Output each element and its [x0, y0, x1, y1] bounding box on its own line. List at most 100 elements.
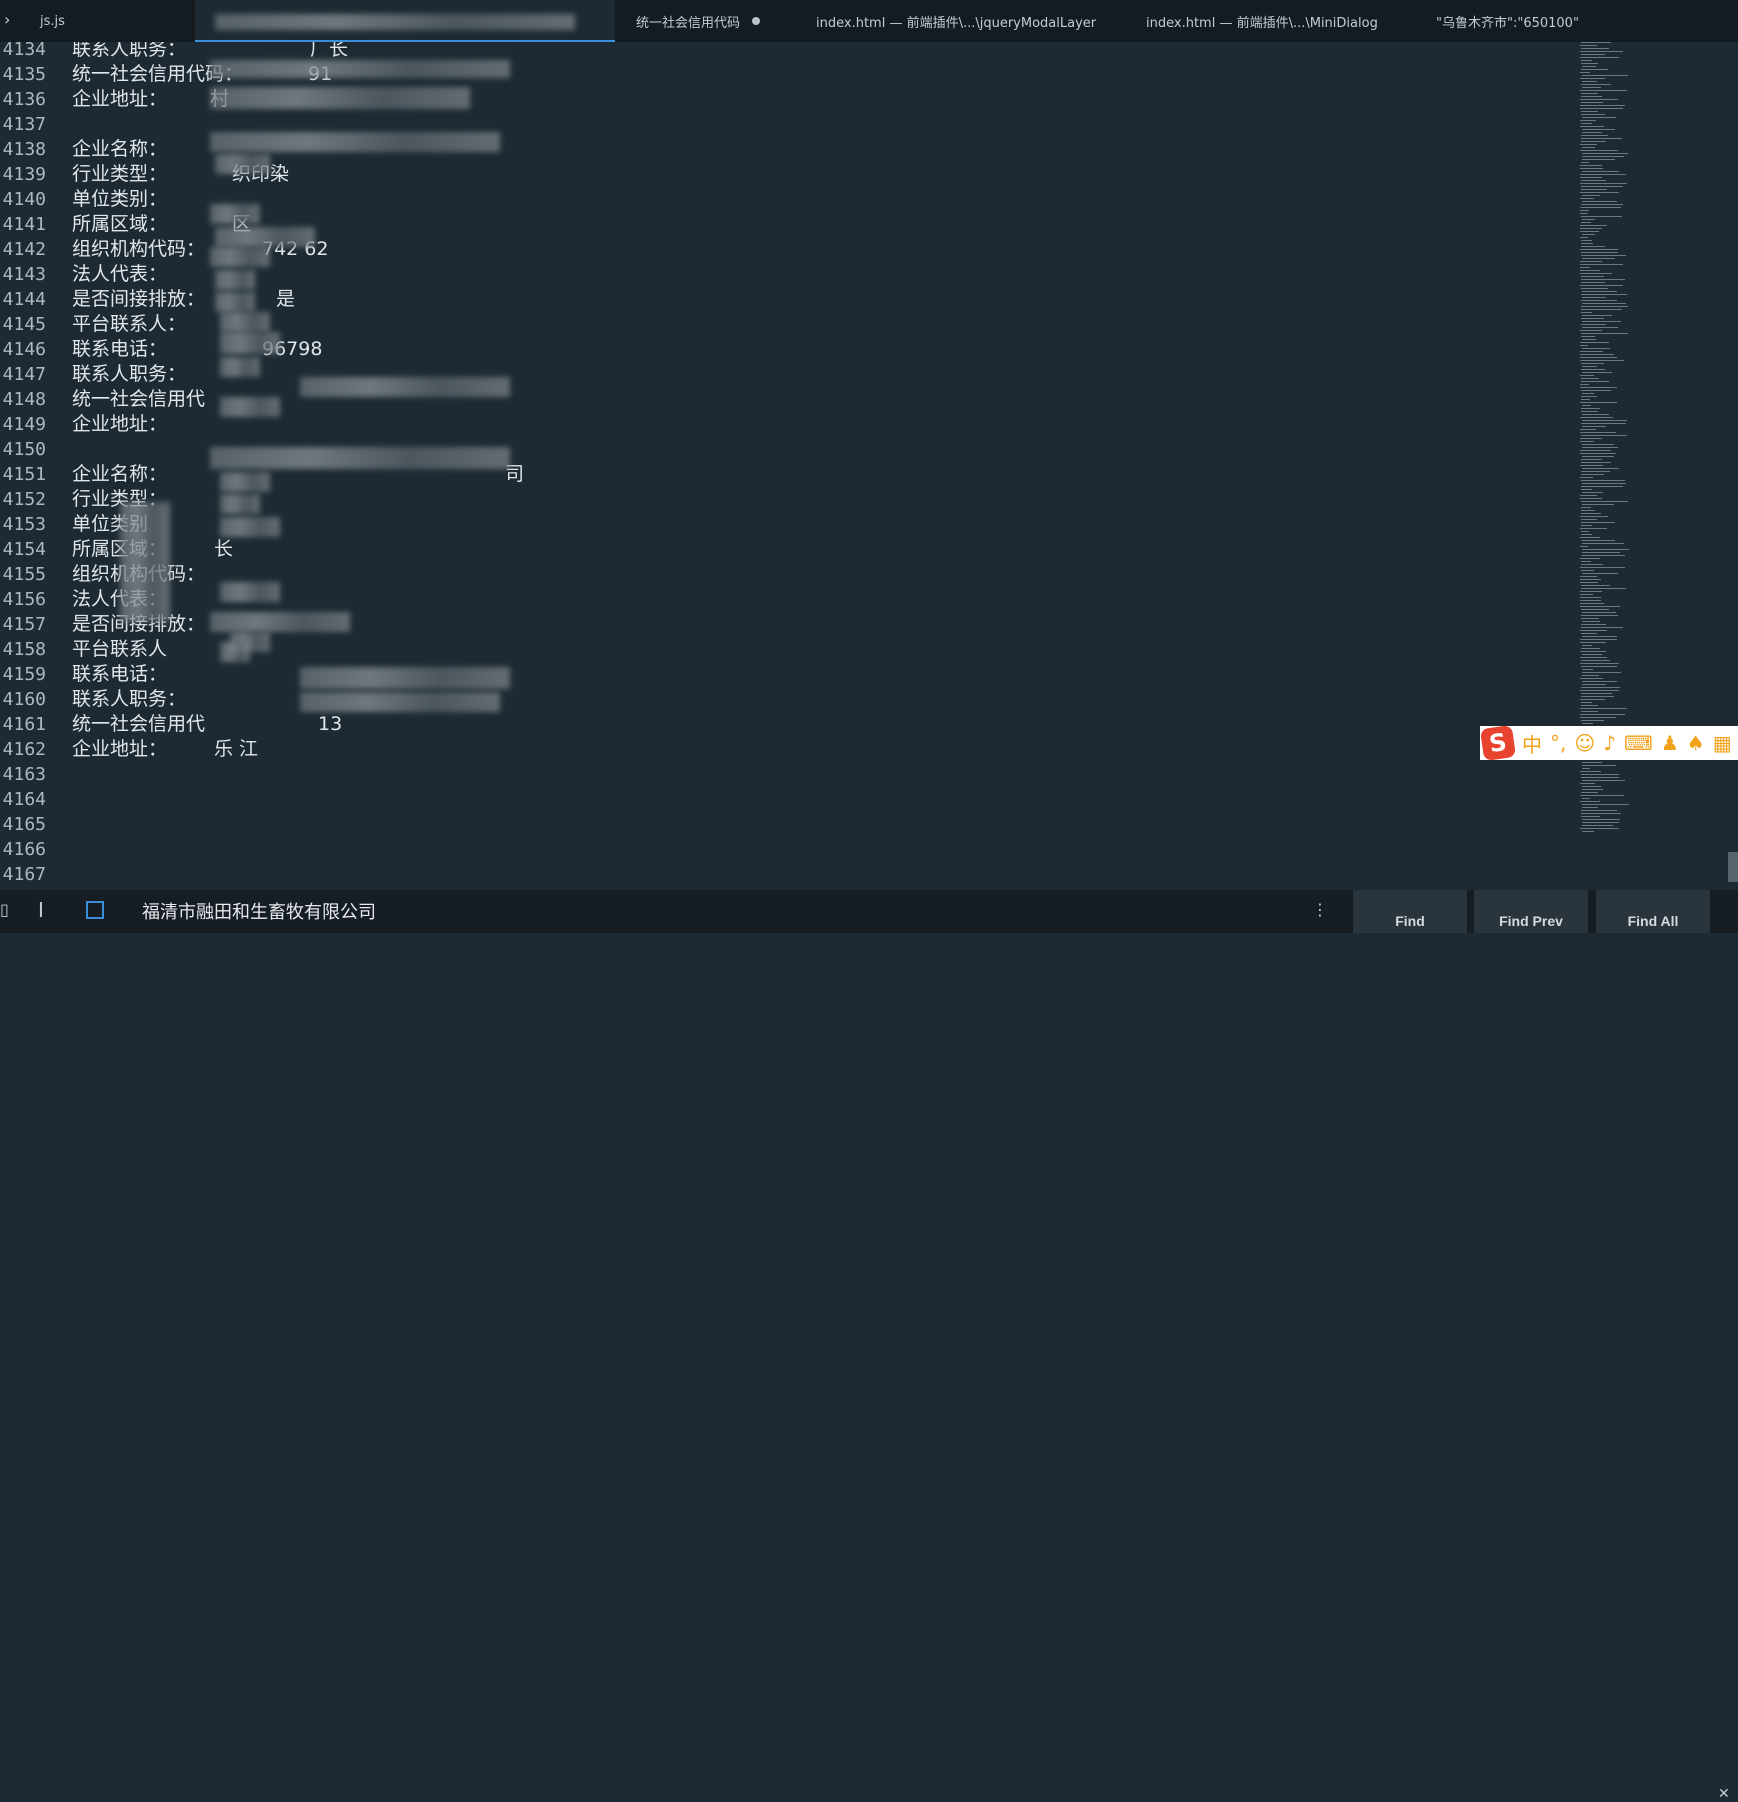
minimap-line: [1581, 288, 1608, 289]
minimap-line: [1582, 426, 1606, 427]
minimap-line: [1582, 66, 1596, 67]
line-text: 联系人职务：: [72, 688, 187, 710]
minimap-line: [1581, 141, 1606, 142]
minimap-line: [1582, 444, 1614, 445]
line-text: 统一社会信用代: [72, 388, 206, 410]
line-number: 4151: [2, 464, 46, 485]
line-text: 企业名称：: [72, 138, 168, 160]
minimap-line: [1580, 579, 1601, 580]
minimap-line: [1581, 624, 1606, 625]
find-input[interactable]: [122, 894, 1302, 928]
line-number: 4136: [2, 89, 46, 110]
line-number: 4167: [2, 864, 46, 885]
minimap-line: [1580, 603, 1604, 604]
minimap-line: [1582, 75, 1628, 76]
minimap-line: [1581, 180, 1606, 181]
minimap-line: [1581, 687, 1620, 688]
chevron-right-icon[interactable]: ›: [4, 10, 22, 30]
minimap-line: [1580, 165, 1602, 166]
redacted-block: [300, 377, 510, 397]
whole-word-toggle-icon[interactable]: [86, 901, 104, 919]
find-button[interactable]: Find: [1353, 890, 1467, 933]
minimap-line: [1581, 408, 1600, 409]
minimap-line: [1580, 168, 1603, 169]
minimap-line: [1582, 117, 1616, 118]
minimap-line: [1581, 693, 1612, 694]
line-number: 4137: [2, 114, 46, 135]
find-all-button[interactable]: Find All: [1596, 890, 1710, 933]
punctuation-icon[interactable]: °,: [1550, 731, 1566, 755]
minimap-line: [1581, 300, 1617, 301]
minimap-line: [1581, 435, 1627, 436]
tab-label: js.js: [40, 13, 65, 29]
minimap-line: [1581, 276, 1604, 277]
tab-3[interactable]: index.html — 前端插件\...\jqueryModalLayer: [800, 0, 1100, 42]
minimap-line: [1580, 699, 1605, 700]
minimap-line: [1582, 621, 1600, 622]
minimap-line: [1580, 465, 1603, 466]
minimap-line: [1581, 216, 1622, 217]
minimap-line: [1581, 96, 1602, 97]
tab-2[interactable]: 统一社会信用代码: [620, 0, 790, 42]
minimap-line: [1582, 327, 1618, 328]
redacted-block: [210, 60, 510, 78]
minimap-line: [1582, 807, 1598, 808]
microphone-icon[interactable]: ♪: [1603, 731, 1616, 755]
minimap-line: [1580, 183, 1627, 184]
text-cursor-icon[interactable]: I: [38, 898, 44, 922]
minimap-line: [1582, 147, 1595, 148]
tab-0[interactable]: js.js: [28, 0, 168, 42]
tab-label: index.html — 前端插件\...\MiniDialog: [1146, 15, 1378, 31]
minimap-line: [1582, 195, 1600, 196]
line-text: 统一社会信用代: [72, 713, 206, 735]
minimap-line: [1580, 330, 1602, 331]
emoji-icon[interactable]: ☺: [1574, 731, 1595, 755]
minimap-line: [1581, 522, 1615, 523]
user-icon[interactable]: ♟: [1661, 731, 1679, 755]
minimap-line: [1581, 93, 1598, 94]
minimap-line: [1581, 648, 1600, 649]
minimap-line: [1581, 816, 1600, 817]
close-icon[interactable]: ✕: [1718, 1786, 1730, 1802]
minimap-line: [1581, 255, 1626, 256]
minimap-line: [1580, 249, 1618, 250]
minimap-line: [1582, 129, 1615, 130]
minimap-line: [1581, 69, 1608, 70]
unsaved-dot-icon: [752, 17, 761, 25]
line-number: 4134: [2, 42, 46, 60]
minimap-line: [1581, 294, 1627, 295]
minimap-line: [1580, 126, 1604, 127]
minimap-line: [1582, 171, 1619, 172]
line-number: 4145: [2, 314, 46, 335]
more-options-icon[interactable]: ⋮: [1312, 900, 1328, 919]
minimap-line: [1580, 438, 1602, 439]
find-prev-button[interactable]: Find Prev: [1474, 890, 1588, 933]
redacted-block: [210, 612, 350, 632]
minimap-line: [1581, 540, 1615, 541]
minimap-line: [1581, 705, 1598, 706]
minimap-line: [1582, 468, 1619, 469]
tab-4[interactable]: index.html — 前端插件\...\MiniDialog: [1130, 0, 1430, 42]
redacted-block: [220, 472, 270, 492]
minimap-line: [1580, 567, 1625, 568]
minimap-line: [1581, 54, 1605, 55]
toolbox-icon[interactable]: ▦: [1713, 731, 1732, 755]
skin-icon[interactable]: ♠: [1687, 731, 1705, 755]
code-editor[interactable]: 4134联系人职务：厂长4135统一社会信用代码：914136企业地址：村413…: [0, 42, 1738, 890]
minimap-line: [1581, 306, 1628, 307]
regex-toggle-icon[interactable]: ▯: [0, 900, 9, 919]
minimap-line: [1580, 177, 1602, 178]
minimap-line: [1580, 144, 1597, 145]
tab-5[interactable]: "乌鲁木齐市":"650100",: [1420, 0, 1580, 42]
line-text: 所属区域：: [72, 213, 168, 235]
tab-1[interactable]: [195, 0, 615, 42]
ime-mode-label[interactable]: 中: [1522, 729, 1542, 758]
minimap-line: [1580, 360, 1624, 361]
line-number: 4163: [2, 764, 46, 785]
tab-label: index.html — 前端插件\...\jqueryModalLayer: [816, 15, 1097, 31]
minimap-line: [1581, 111, 1598, 112]
minimap-line: [1581, 462, 1611, 463]
scrollbar-thumb[interactable]: [1728, 852, 1738, 882]
find-panel: ▯ I ⋮ Find Find Prev Find All ✕: [0, 890, 1738, 1802]
keyboard-icon[interactable]: ⌨: [1624, 731, 1653, 755]
